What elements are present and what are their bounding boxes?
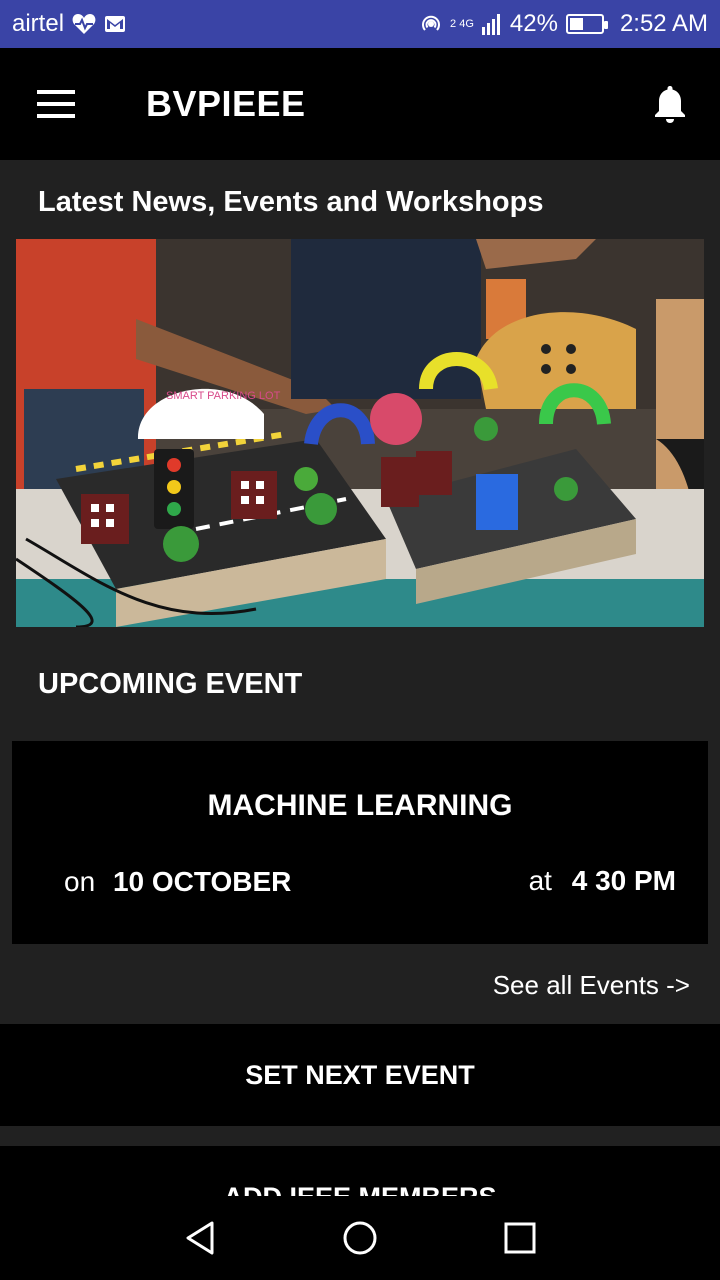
- news-image: SMART PARKING LOT: [16, 239, 704, 627]
- date-prefix: on: [64, 866, 96, 897]
- app-bar: BVPIEEE: [0, 48, 720, 160]
- battery-level: [569, 18, 583, 30]
- system-nav-bar: [0, 1196, 720, 1280]
- network-type: 2 4G: [450, 18, 474, 30]
- time-value: 4 30 PM: [571, 865, 676, 896]
- upcoming-event-heading: UPCOMING EVENT: [38, 668, 303, 700]
- back-triangle-icon: [186, 1221, 214, 1255]
- news-section-heading: Latest News, Events and Workshops: [38, 186, 544, 218]
- battery-percent: 42%: [509, 10, 558, 37]
- notifications-button[interactable]: [620, 48, 720, 160]
- home-button[interactable]: [330, 1208, 390, 1268]
- home-circle-icon: [343, 1221, 377, 1255]
- hotspot-icon: [420, 13, 442, 35]
- recents-square-icon: [504, 1222, 536, 1254]
- menu-button[interactable]: [0, 48, 112, 160]
- time-prefix: at: [528, 865, 552, 896]
- carrier-name: airtel: [12, 10, 65, 37]
- add-ieee-members-button[interactable]: ADD IEEE MEMBERS: [0, 1146, 720, 1196]
- sign-text: SMART PARKING LOT: [166, 390, 281, 402]
- back-button[interactable]: [170, 1208, 230, 1268]
- news-carousel[interactable]: SMART PARKING LOT: [16, 239, 704, 627]
- event-date: on 10 OCTOBER: [64, 866, 291, 898]
- upcoming-event-card[interactable]: MACHINE LEARNING on 10 OCTOBER at 4 30 P…: [12, 741, 708, 944]
- see-all-events-link[interactable]: See all Events ->: [493, 970, 690, 1001]
- health-heart-icon: [72, 13, 96, 35]
- date-value: 10 OCTOBER: [112, 866, 292, 897]
- recents-button[interactable]: [490, 1208, 550, 1268]
- signal-icon: 2 4G: [450, 18, 474, 30]
- event-name: MACHINE LEARNING: [207, 789, 513, 822]
- event-time: at 4 30 PM: [529, 865, 676, 897]
- status-left: airtel: [12, 10, 126, 38]
- bell-icon: [655, 86, 685, 123]
- signal-bars-icon: [481, 13, 502, 35]
- status-right: 2 4G 42% 2:52 AM: [420, 10, 708, 38]
- status-bar: airtel 2 4G 42% 2:52 AM: [0, 0, 720, 48]
- gmail-icon: [104, 15, 126, 33]
- app-title: BVPIEEE: [146, 83, 306, 124]
- clock: 2:52 AM: [619, 10, 708, 37]
- set-next-event-button[interactable]: SET NEXT EVENT: [0, 1024, 720, 1126]
- hamburger-menu-icon: [37, 90, 75, 118]
- battery-icon: [565, 14, 608, 34]
